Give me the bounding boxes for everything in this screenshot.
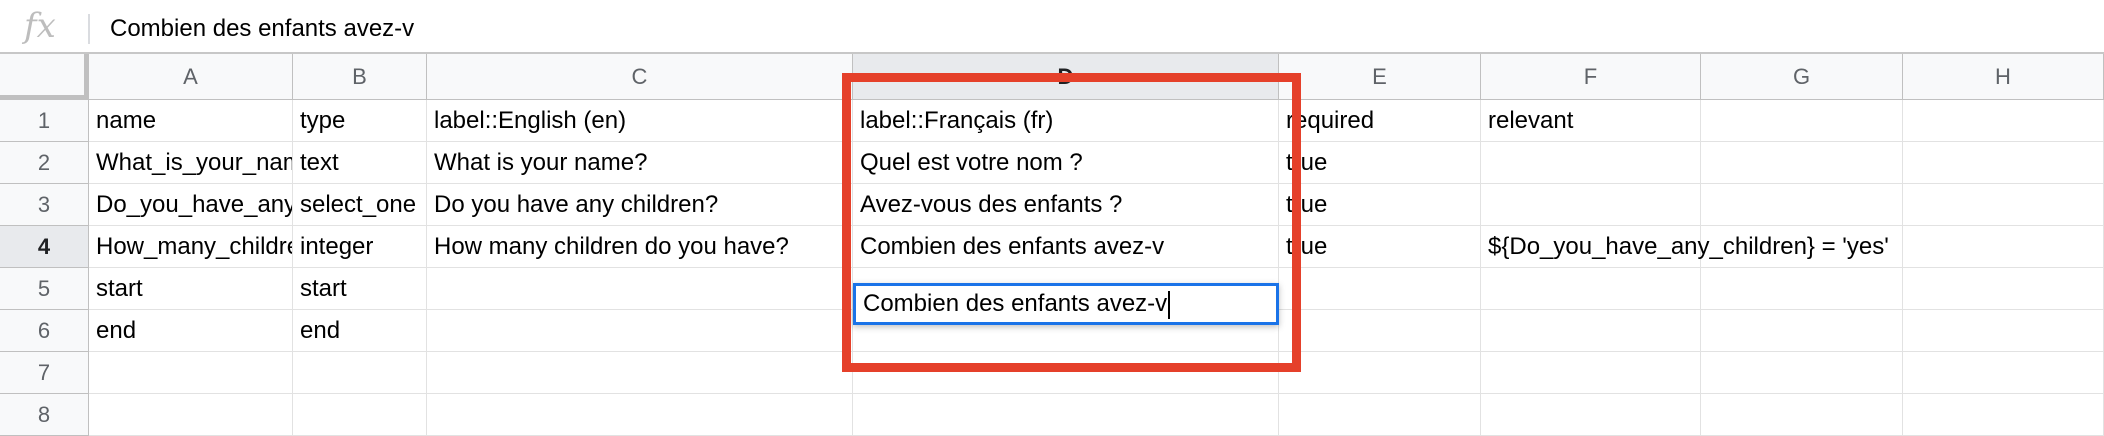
cell-c2[interactable]: What is your name? [427, 142, 853, 184]
cell-a2[interactable]: What_is_your_name [89, 142, 293, 184]
cell-f1[interactable]: relevant [1481, 100, 1701, 142]
cell-c5[interactable] [427, 268, 853, 310]
cell-f8[interactable] [1481, 394, 1701, 436]
row-header-3[interactable]: 3 [0, 184, 89, 226]
cell-d8[interactable] [853, 394, 1279, 436]
text-caret [1168, 290, 1171, 319]
cell-a3[interactable]: Do_you_have_any_children [89, 184, 293, 226]
cell-e7[interactable] [1279, 352, 1481, 394]
cell-g7[interactable] [1701, 352, 1903, 394]
cell-h2[interactable] [1903, 142, 2104, 184]
cell-a5[interactable]: start [89, 268, 293, 310]
cell-b1[interactable]: type [293, 100, 427, 142]
cell-b6[interactable]: end [293, 310, 427, 352]
spreadsheet-grid: ABCDEFGH 12345678 name type label::English… [0, 54, 2104, 436]
cell-g8[interactable] [1701, 394, 1903, 436]
row-header-4[interactable]: 4 [0, 226, 89, 268]
cell-h8[interactable] [1903, 394, 2104, 436]
cell-c3[interactable]: Do you have any children? [427, 184, 853, 226]
row-header-7[interactable]: 7 [0, 352, 89, 394]
cell-b8[interactable] [293, 394, 427, 436]
cell-b2[interactable]: text [293, 142, 427, 184]
cell-e5[interactable] [1279, 268, 1481, 310]
cell-e8[interactable] [1279, 394, 1481, 436]
cell-b7[interactable] [293, 352, 427, 394]
row-header-1[interactable]: 1 [0, 100, 89, 142]
cell-f4[interactable]: ${Do_you_have_any_children} = 'yes' [1481, 226, 1889, 268]
row-header-5[interactable]: 5 [0, 268, 89, 310]
cell-c8[interactable] [427, 394, 853, 436]
column-header-e[interactable]: E [1279, 54, 1481, 100]
row-header-6[interactable]: 6 [0, 310, 89, 352]
cell-g6[interactable] [1701, 310, 1903, 352]
cell-g3[interactable] [1701, 184, 1903, 226]
cell-e1[interactable]: required [1279, 100, 1481, 142]
cell-f3[interactable] [1481, 184, 1701, 226]
cell-d3[interactable]: Avez-vous des enfants ? [853, 184, 1279, 226]
cell-d2[interactable]: Quel est votre nom ? [853, 142, 1279, 184]
column-header-a[interactable]: A [89, 54, 293, 100]
cell-h4[interactable] [1903, 226, 2104, 268]
cell-d1[interactable]: label::Français (fr) [853, 100, 1279, 142]
cell-g5[interactable] [1701, 268, 1903, 310]
cell-c7[interactable] [427, 352, 853, 394]
cell-a6[interactable]: end [89, 310, 293, 352]
cell-h5[interactable] [1903, 268, 2104, 310]
row-header-2[interactable]: 2 [0, 142, 89, 184]
column-header-d[interactable]: D [853, 54, 1279, 100]
cell-d7[interactable] [853, 352, 1279, 394]
column-header-b[interactable]: B [293, 54, 427, 100]
cell-b3[interactable]: select_one [293, 184, 427, 226]
cell-f2[interactable] [1481, 142, 1701, 184]
cell-a4[interactable]: How_many_children [89, 226, 293, 268]
cell-b4[interactable]: integer [293, 226, 427, 268]
formula-bar-separator [88, 14, 90, 44]
row-header-8[interactable]: 8 [0, 394, 89, 436]
cell-e6[interactable] [1279, 310, 1481, 352]
select-all-corner[interactable] [0, 54, 89, 100]
cell-f5[interactable] [1481, 268, 1701, 310]
cell-h7[interactable] [1903, 352, 2104, 394]
cell-b5[interactable]: start [293, 268, 427, 310]
column-header-c[interactable]: C [427, 54, 853, 100]
cell-e2[interactable]: true [1279, 142, 1481, 184]
cell-h3[interactable] [1903, 184, 2104, 226]
column-header-h[interactable]: H [1903, 54, 2104, 100]
cell-a1[interactable]: name [89, 100, 293, 142]
formula-input[interactable]: Combien des enfants avez-v [110, 14, 414, 44]
cell-g1[interactable] [1701, 100, 1903, 142]
cell-a8[interactable] [89, 394, 293, 436]
cell-d4[interactable]: Combien des enfants avez-v [853, 226, 1279, 268]
column-header-g[interactable]: G [1701, 54, 1903, 100]
cell-e3[interactable]: true [1279, 184, 1481, 226]
cell-a7[interactable] [89, 352, 293, 394]
cell-g2[interactable] [1701, 142, 1903, 184]
column-header-f[interactable]: F [1481, 54, 1701, 100]
cell-e4[interactable]: true [1279, 226, 1481, 268]
cell-c4[interactable]: How many children do you have? [427, 226, 853, 268]
cell-f7[interactable] [1481, 352, 1701, 394]
function-icon: fx [24, 6, 56, 46]
cell-h6[interactable] [1903, 310, 2104, 352]
cell-c1[interactable]: label::English (en) [427, 100, 853, 142]
cell-f6[interactable] [1481, 310, 1701, 352]
formula-bar: fx Combien des enfants avez-v [0, 0, 2104, 54]
cell-h1[interactable] [1903, 100, 2104, 142]
cell-c6[interactable] [427, 310, 853, 352]
active-cell-text[interactable]: Combien des enfants avez-v [863, 290, 1167, 317]
active-cell-editor[interactable]: Combien des enfants avez-v [853, 283, 1279, 325]
